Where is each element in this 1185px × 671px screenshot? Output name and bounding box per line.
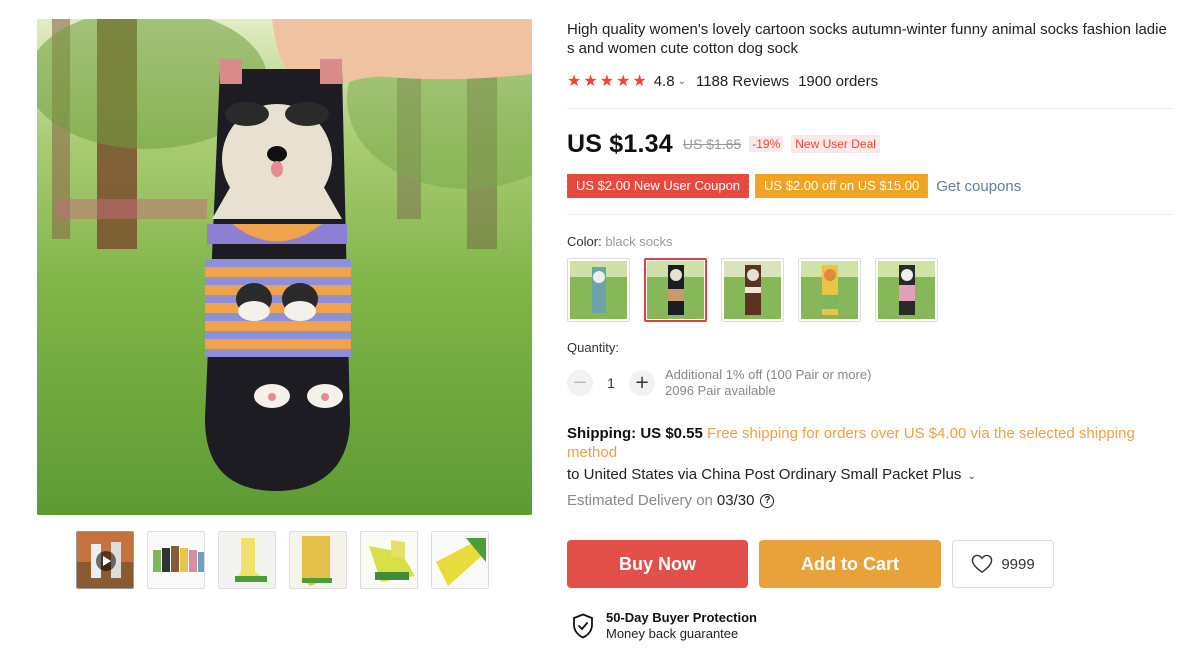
- price-row: US $1.34 US $1.65 -19% New User Deal: [567, 128, 880, 160]
- star-icon: ★: [599, 71, 615, 90]
- color-option-1[interactable]: [567, 258, 630, 322]
- shipping-info: Shipping: US $0.55 Free shipping for ord…: [567, 424, 1173, 462]
- quantity-stepper: − 1 + Additional 1% off (100 Pair or mor…: [567, 367, 871, 399]
- swatch-image: [724, 261, 781, 319]
- chevron-down-icon: ⌄: [967, 471, 976, 482]
- shield-check-icon: [573, 613, 593, 639]
- delivery-label: Estimated Delivery on: [567, 492, 713, 509]
- heart-icon: [972, 554, 993, 574]
- color-option-2[interactable]: [644, 258, 707, 322]
- thumbnail-2[interactable]: [147, 531, 205, 589]
- current-price: US $1.34: [567, 129, 673, 158]
- star-icon: ★: [567, 71, 582, 90]
- sock-photo: [37, 19, 532, 515]
- delivery-date: 03/30: [716, 492, 755, 509]
- decrease-quantity-button[interactable]: −: [567, 370, 593, 396]
- shipping-method-selector[interactable]: to United States via China Post Ordinary…: [567, 466, 976, 483]
- color-label: Color:: [567, 234, 602, 249]
- thumbnail-6[interactable]: [431, 531, 489, 589]
- buy-now-button[interactable]: Buy Now: [567, 540, 748, 588]
- thumbnail-video[interactable]: [76, 531, 134, 589]
- rating-stars[interactable]: ★ ★ ★ ★ ★: [567, 73, 647, 89]
- divider: [567, 108, 1173, 109]
- shipping-label: Shipping:: [567, 425, 637, 442]
- rating-value[interactable]: 4.8: [654, 73, 675, 90]
- thumbnail-image: [219, 532, 275, 588]
- thumbnail-strip: [76, 531, 496, 591]
- protection-title: 50-Day Buyer Protection: [606, 610, 757, 625]
- product-info: High quality women's lovely cartoon sock…: [564, 0, 1173, 671]
- divider: [567, 214, 1173, 215]
- stock-available: 2096 Pair available: [665, 383, 776, 398]
- add-to-cart-button[interactable]: Add to Cart: [759, 540, 941, 588]
- new-user-deal-badge: New User Deal: [791, 135, 880, 153]
- thumbnail-4[interactable]: [289, 531, 347, 589]
- quantity-value[interactable]: 1: [593, 375, 629, 391]
- shipping-destination: to United States via China Post Ordinary…: [567, 466, 962, 483]
- color-option-5[interactable]: [875, 258, 938, 322]
- rating-row: ★ ★ ★ ★ ★ 4.8 ⌄ 1188 Reviews 1900 orders: [567, 71, 878, 91]
- color-label-row: Color: black socks: [567, 234, 673, 249]
- coupon-row: US $2.00 New User Coupon US $2.00 off on…: [564, 174, 1021, 198]
- selected-color-value: black socks: [605, 234, 673, 249]
- chevron-down-icon[interactable]: ⌄: [678, 76, 686, 87]
- swatch-image: [801, 261, 858, 319]
- swatch-image: [878, 261, 935, 319]
- product-title: High quality women's lovely cartoon sock…: [567, 21, 1167, 57]
- star-icon: ★: [632, 71, 647, 90]
- store-coupon[interactable]: US $2.00 off on US $15.00: [753, 174, 929, 198]
- thumbnail-3[interactable]: [218, 531, 276, 589]
- discount-badge: -19%: [749, 136, 784, 152]
- orders-count: 1900 orders: [798, 72, 879, 90]
- thumbnail-image: [432, 532, 488, 588]
- shipping-cost: US $0.55: [640, 425, 703, 442]
- color-option-3[interactable]: [721, 258, 784, 322]
- thumbnail-image: [361, 532, 417, 588]
- swatch-image: [647, 261, 704, 319]
- estimated-delivery: Estimated Delivery on 03/30 ?: [567, 492, 775, 509]
- question-icon[interactable]: ?: [760, 493, 775, 508]
- main-product-image[interactable]: [37, 19, 532, 515]
- increase-quantity-button[interactable]: +: [629, 370, 655, 396]
- quantity-label: Quantity:: [567, 340, 620, 355]
- color-swatches: [567, 258, 967, 322]
- star-icon: ★: [616, 71, 631, 90]
- reviews-link[interactable]: 1188 Reviews: [696, 73, 789, 90]
- wishlist-count: 9999: [1001, 555, 1035, 573]
- video-thumbnail-image: [77, 532, 133, 588]
- bulk-discount-note: Additional 1% off (100 Pair or more): [665, 367, 872, 382]
- thumbnail-image: [148, 532, 204, 588]
- swatch-image: [570, 261, 627, 319]
- protection-subtitle: Money back guarantee: [606, 626, 739, 641]
- get-coupons-link[interactable]: Get coupons: [936, 178, 1021, 195]
- thumbnail-image: [290, 532, 346, 588]
- original-price: US $1.65: [682, 136, 742, 152]
- thumbnail-5[interactable]: [360, 531, 418, 589]
- star-icon: ★: [583, 71, 598, 90]
- buyer-protection: 50-Day Buyer Protection Money back guara…: [572, 610, 757, 642]
- quantity-note: Additional 1% off (100 Pair or more) 209…: [665, 367, 871, 399]
- new-user-coupon[interactable]: US $2.00 New User Coupon: [564, 174, 750, 198]
- wishlist-button[interactable]: 9999: [952, 540, 1054, 588]
- color-option-4[interactable]: [798, 258, 861, 322]
